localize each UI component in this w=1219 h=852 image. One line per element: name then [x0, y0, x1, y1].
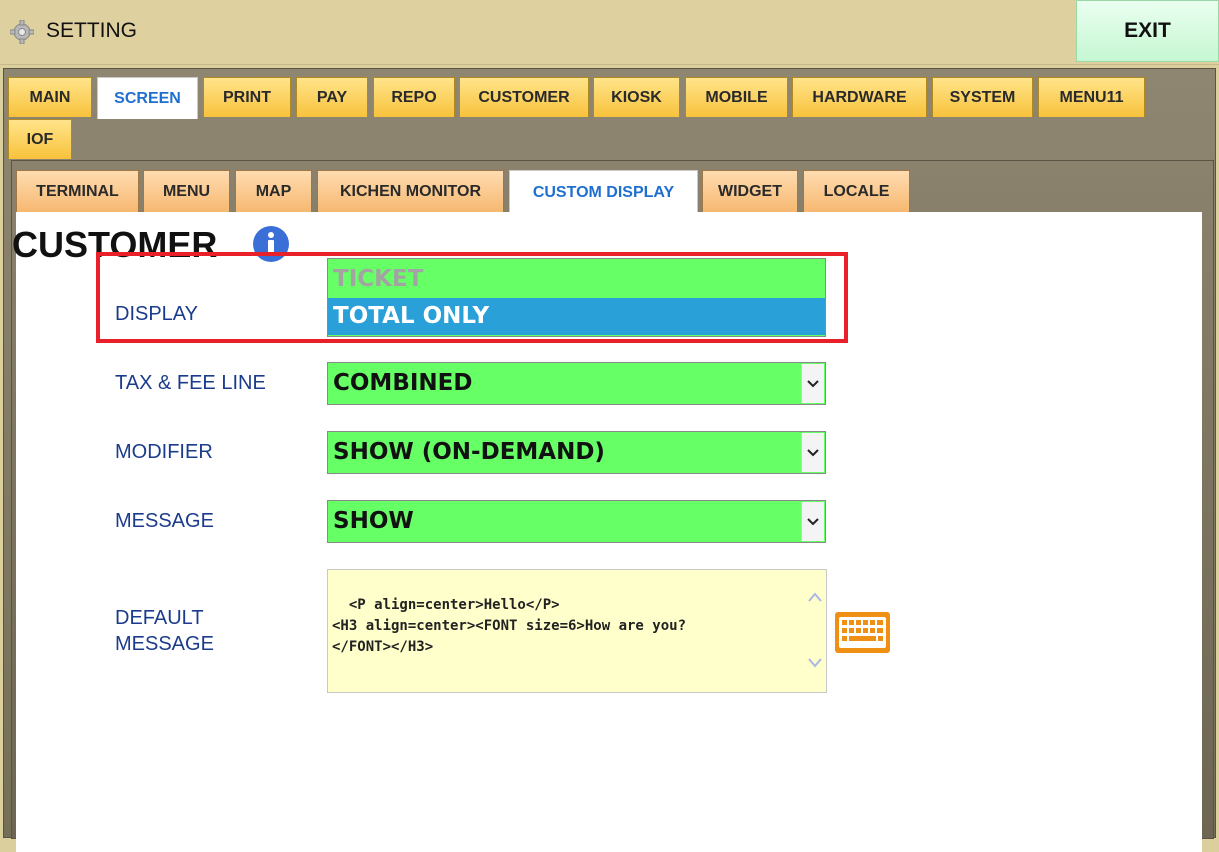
default-message-textarea[interactable]: <P align=center>Hello</P> <H3 align=cent… [327, 569, 827, 693]
window-title: SETTING [46, 19, 138, 42]
subtab-custom-display[interactable]: CUSTOM DISPLAY [509, 170, 698, 214]
tab-pay[interactable]: PAY [296, 77, 368, 117]
modifier-value: SHOW (ON-DEMAND) [333, 439, 605, 465]
highlight-box [96, 252, 848, 343]
default-message-label-line1: DEFAULT [115, 607, 204, 629]
scroll-down-icon[interactable] [808, 658, 822, 668]
gear-icon [10, 20, 34, 44]
default-message-label-line2: MESSAGE [115, 633, 214, 655]
chevron-down-icon[interactable] [801, 433, 824, 472]
tax-fee-line-label: TAX & FEE LINE [115, 372, 266, 394]
subtab-map[interactable]: MAP [235, 170, 312, 212]
modifier-select[interactable]: SHOW (ON-DEMAND) [327, 431, 826, 474]
tab-print[interactable]: PRINT [203, 77, 291, 117]
message-label: MESSAGE [115, 510, 214, 532]
subtab-terminal[interactable]: TERMINAL [16, 170, 139, 212]
tax-fee-line-select[interactable]: COMBINED [327, 362, 826, 405]
tab-customer[interactable]: CUSTOMER [459, 77, 589, 117]
tab-system[interactable]: SYSTEM [932, 77, 1033, 117]
exit-button[interactable]: EXIT [1076, 0, 1219, 62]
message-value: SHOW [333, 508, 414, 534]
subtab-menu[interactable]: MENU [143, 170, 230, 212]
tab-main[interactable]: MAIN [8, 77, 92, 117]
modifier-label: MODIFIER [115, 441, 213, 463]
subtab-kichen-monitor[interactable]: KICHEN MONITOR [317, 170, 504, 212]
message-select[interactable]: SHOW [327, 500, 826, 543]
default-message-value: <P align=center>Hello</P> <H3 align=cent… [332, 597, 687, 655]
subtab-widget[interactable]: WIDGET [702, 170, 798, 212]
tab-mobile[interactable]: MOBILE [685, 77, 788, 117]
tax-fee-line-value: COMBINED [333, 370, 473, 396]
tab-iof[interactable]: IOF [8, 119, 72, 159]
tab-repo[interactable]: REPO [373, 77, 455, 117]
tab-hardware[interactable]: HARDWARE [792, 77, 927, 117]
title-bar: SETTING EXIT [0, 0, 1219, 65]
scroll-up-icon[interactable] [808, 592, 822, 602]
chevron-down-icon[interactable] [801, 502, 824, 541]
chevron-down-icon[interactable] [801, 364, 824, 403]
tab-kiosk[interactable]: KIOSK [593, 77, 680, 117]
subtab-locale[interactable]: LOCALE [803, 170, 910, 212]
keyboard-icon[interactable] [835, 612, 890, 653]
tab-menu11[interactable]: MENU11 [1038, 77, 1145, 117]
textarea-scrollbar[interactable] [804, 570, 826, 692]
tab-screen[interactable]: SCREEN [97, 77, 198, 119]
